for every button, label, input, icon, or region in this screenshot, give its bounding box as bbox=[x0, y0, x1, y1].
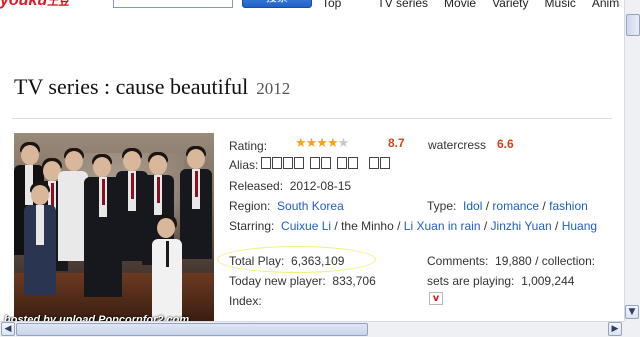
missing-glyph-icon bbox=[272, 157, 282, 169]
show-title: TV series : cause beautiful bbox=[14, 74, 249, 99]
rating-stars: ★★★★★ bbox=[295, 136, 350, 151]
title-divider bbox=[12, 118, 612, 119]
today-player-label: Today new player: bbox=[229, 274, 326, 288]
starring-label: Starring: bbox=[229, 219, 275, 233]
search-input[interactable] bbox=[113, 0, 233, 8]
missing-glyph-icon bbox=[380, 157, 390, 169]
watercress-value: 6.6 bbox=[497, 137, 514, 151]
index-check-icon[interactable]: v bbox=[429, 292, 443, 305]
comments-value: 19,880 / collection: bbox=[495, 254, 596, 268]
scroll-right-button[interactable]: ▶ bbox=[608, 322, 622, 336]
starring-row: Starring: Cuixue Li / the Minho / Li Xua… bbox=[229, 219, 598, 233]
logo-tail: 土豆 bbox=[47, 0, 70, 8]
nav-item-movie[interactable]: Movie bbox=[444, 0, 476, 10]
missing-glyph-icon bbox=[321, 157, 331, 169]
region-link[interactable]: South Korea bbox=[277, 199, 344, 213]
sets-playing-row: sets are playing: 1,009,244 bbox=[427, 274, 574, 288]
index-label: Index: bbox=[229, 294, 262, 308]
comments-label: Comments: bbox=[427, 254, 489, 268]
vertical-scroll-thumb[interactable] bbox=[626, 14, 640, 36]
nav-item-tv-series[interactable]: TV series bbox=[377, 0, 428, 10]
total-play-value: 6,363,109 bbox=[291, 254, 345, 268]
star-icon: ★★★★ bbox=[295, 136, 339, 151]
star-link-the-minho[interactable]: the Minho bbox=[341, 219, 394, 233]
missing-glyph-icon bbox=[348, 157, 358, 169]
released-label: Released: bbox=[229, 179, 284, 193]
type-link-romance[interactable]: romance bbox=[492, 199, 539, 213]
star-link-li-xuan[interactable]: Li Xuan in rain bbox=[404, 219, 481, 233]
alias-value bbox=[261, 157, 391, 169]
star-link-jinzhi-yuan[interactable]: Jinzhi Yuan bbox=[491, 219, 552, 233]
total-play-label: Total Play: bbox=[229, 254, 285, 268]
scrollbar-corner bbox=[624, 321, 640, 337]
nav-item-animation[interactable]: Animation bbox=[592, 0, 620, 10]
watercress-label: watercress bbox=[428, 138, 487, 152]
half-star-icon: ★ bbox=[337, 136, 350, 151]
star-link-cuixue-li[interactable]: Cuixue Li bbox=[281, 219, 331, 233]
alias-label: Alias: bbox=[229, 158, 259, 172]
today-player-value: 833,706 bbox=[332, 274, 376, 288]
main-nav: Top TV series Movie Variety Music Animat… bbox=[322, 0, 620, 10]
missing-glyph-icon bbox=[261, 157, 271, 169]
type-label: Type: bbox=[427, 199, 457, 213]
scroll-left-button[interactable]: ◀ bbox=[1, 322, 15, 336]
show-poster[interactable] bbox=[14, 133, 214, 321]
rating-label: Rating: bbox=[229, 139, 268, 153]
released-value: 2012-08-15 bbox=[289, 179, 352, 193]
region-label: Region: bbox=[229, 199, 271, 213]
type-link-fashion[interactable]: fashion bbox=[549, 199, 588, 213]
site-logo[interactable]: youku土豆 bbox=[0, 0, 69, 10]
nav-item-music[interactable]: Music bbox=[545, 0, 576, 10]
scroll-down-button[interactable]: ▼ bbox=[625, 305, 639, 319]
horizontal-scrollbar[interactable] bbox=[0, 321, 624, 337]
sets-playing-label: sets are playing: bbox=[427, 274, 515, 288]
top-nav-bar: youku土豆 搜索 Top TV series Movie Variety M… bbox=[0, 0, 620, 10]
total-play-row: Total Play: 6,363,109 bbox=[229, 254, 344, 268]
missing-glyph-icon bbox=[283, 157, 293, 169]
missing-glyph-icon bbox=[369, 157, 379, 169]
missing-glyph-icon bbox=[294, 157, 304, 169]
type-row: Type: Idol / romance / fashion bbox=[427, 199, 588, 213]
show-year: 2012 bbox=[256, 79, 291, 98]
nav-item-top[interactable]: Top bbox=[322, 0, 341, 10]
released-row: Released: 2012-08-15 bbox=[229, 179, 351, 193]
missing-glyph-icon bbox=[337, 157, 347, 169]
missing-glyph-icon bbox=[310, 157, 320, 169]
page-title: TV series : cause beautiful 2012 bbox=[14, 74, 290, 100]
rating-value: 8.7 bbox=[388, 136, 405, 150]
comments-row: Comments: 19,880 / collection: bbox=[427, 254, 595, 268]
logo-text: youku bbox=[0, 0, 48, 9]
today-player-row: Today new player: 833,706 bbox=[229, 274, 376, 288]
horizontal-scroll-thumb[interactable] bbox=[16, 323, 368, 336]
type-link-idol[interactable]: Idol bbox=[463, 199, 482, 213]
sets-playing-value: 1,009,244 bbox=[521, 274, 575, 288]
star-link-huang[interactable]: Huang bbox=[562, 219, 597, 233]
region-row: Region: South Korea bbox=[229, 199, 344, 213]
vertical-scrollbar[interactable] bbox=[624, 0, 640, 321]
nav-item-variety[interactable]: Variety bbox=[492, 0, 528, 10]
search-button[interactable]: 搜索 bbox=[242, 0, 312, 8]
